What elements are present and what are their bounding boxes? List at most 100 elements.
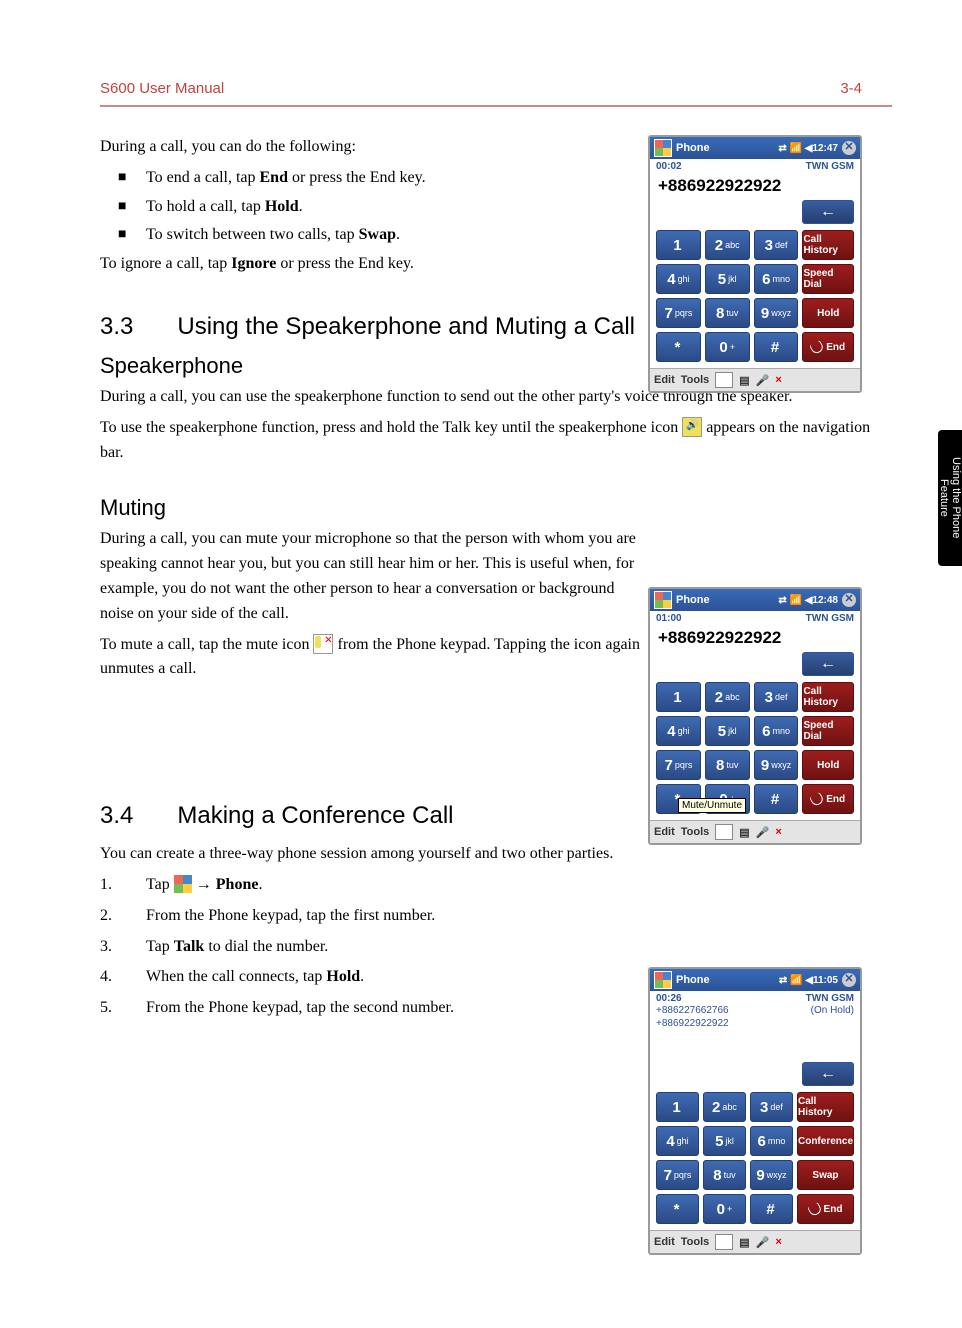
step-number: 3.: [100, 935, 126, 960]
speakerphone-icon: 🔊: [682, 417, 702, 437]
keypad-key-0[interactable]: 0+: [703, 1194, 746, 1224]
step-item: 4.When the call connects, tap Hold.: [100, 965, 642, 990]
keypad-key-#[interactable]: #: [750, 1194, 793, 1224]
held-call-row: +886227662766 (On Hold): [650, 1004, 860, 1017]
backspace-button[interactable]: ←: [802, 200, 854, 224]
notes-icon[interactable]: ▤: [739, 826, 749, 839]
held-number: +886227662766: [656, 1004, 729, 1017]
notes-icon[interactable]: ▤: [739, 1236, 749, 1249]
keypad-key-9[interactable]: 9wxyz: [754, 750, 799, 780]
keypad-key-2[interactable]: 2abc: [705, 230, 750, 260]
phone-screenshot-during-call: Phone ⇄ 📶 ◀12:47 ✕00:02 TWN GSM+88692292…: [648, 135, 862, 393]
keypad-key-1[interactable]: 1: [656, 230, 701, 260]
phone-titlebar: Phone ⇄ 📶 ◀12:47 ✕: [650, 137, 860, 159]
menu-edit[interactable]: Edit: [654, 374, 675, 386]
dialed-number: +886922922922: [650, 624, 860, 650]
action-button-end[interactable]: End: [802, 784, 854, 814]
keypad-key-6[interactable]: 6mno: [754, 716, 799, 746]
start-icon[interactable]: [654, 139, 672, 157]
mute-status-icon[interactable]: 🎤: [756, 1236, 770, 1249]
mute-x-icon: ×: [775, 826, 781, 838]
keypad-key-1[interactable]: 1: [656, 682, 701, 712]
notes-icon[interactable]: ▤: [739, 374, 749, 387]
app-title: Phone: [676, 142, 710, 154]
close-icon[interactable]: ✕: [842, 593, 856, 607]
close-icon[interactable]: ✕: [842, 973, 856, 987]
menu-edit[interactable]: Edit: [654, 826, 675, 838]
keypad-key-7[interactable]: 7pqrs: [656, 298, 701, 328]
text: Tap: [146, 938, 174, 955]
menu-edit[interactable]: Edit: [654, 1236, 675, 1248]
keypad-key-*[interactable]: *: [656, 1194, 699, 1224]
call-status-row: 00:02 TWN GSM: [650, 159, 860, 172]
backspace-row: ←: [650, 198, 860, 230]
keypad-key-1[interactable]: 1: [656, 1092, 699, 1122]
sip-icon[interactable]: [715, 824, 733, 840]
keypad-key-8[interactable]: 8tuv: [705, 298, 750, 328]
keypad-key-6[interactable]: 6mno: [754, 264, 799, 294]
action-button-hold[interactable]: Hold: [802, 750, 854, 780]
keypad-key-6[interactable]: 6mno: [750, 1126, 793, 1156]
start-icon[interactable]: [654, 591, 672, 609]
mute-status-icon[interactable]: 🎤: [756, 374, 770, 387]
keypad-key-0[interactable]: 0+: [705, 332, 750, 362]
keypad-key-2[interactable]: 2abc: [703, 1092, 746, 1122]
step-item: 3.Tap Talk to dial the number.: [100, 935, 642, 960]
menu-tools[interactable]: Tools: [681, 374, 710, 386]
active-number: +886922922922: [650, 1017, 860, 1030]
keypad-key-#[interactable]: #: [754, 332, 799, 362]
keypad-key-3[interactable]: 3def: [754, 230, 799, 260]
keypad-key-4[interactable]: 4ghi: [656, 1126, 699, 1156]
keypad-key-5[interactable]: 5jkl: [703, 1126, 746, 1156]
menu-tools[interactable]: Tools: [681, 826, 710, 838]
keypad-key-8[interactable]: 8tuv: [703, 1160, 746, 1190]
keypad-key-8[interactable]: 8tuv: [705, 750, 750, 780]
menu-tools[interactable]: Tools: [681, 1236, 710, 1248]
keypad-key-*[interactable]: *: [656, 332, 701, 362]
handset-icon: [809, 339, 825, 355]
keypad-key-9[interactable]: 9wxyz: [754, 298, 799, 328]
keypad-key-7[interactable]: 7pqrs: [656, 750, 701, 780]
keypad-key-9[interactable]: 9wxyz: [750, 1160, 793, 1190]
during-call-intro: During a call, you can do the following:: [100, 135, 642, 160]
action-button-end[interactable]: End: [802, 332, 854, 362]
status-icons: ⇄ 📶 ◀11:05: [779, 975, 838, 986]
mute-icon: [313, 634, 333, 654]
action-button-speed-dial[interactable]: Speed Dial: [802, 264, 854, 294]
phone-keypad: 12abc3defCall History 4ghi5jkl6mnoConfere…: [650, 1092, 860, 1230]
action-button-end[interactable]: End: [797, 1194, 854, 1224]
action-button-conference[interactable]: Conference: [797, 1126, 854, 1156]
keypad-key-5[interactable]: 5jkl: [705, 716, 750, 746]
sip-icon[interactable]: [715, 1234, 733, 1250]
action-button-call-history[interactable]: Call History: [802, 230, 854, 260]
text: To mute a call, tap the mute icon: [100, 636, 313, 653]
start-icon[interactable]: [654, 971, 672, 989]
section-number: 3.3: [100, 313, 133, 341]
keypad-key-2[interactable]: 2abc: [705, 682, 750, 712]
action-button-speed-dial[interactable]: Speed Dial: [802, 716, 854, 746]
muting-p2: To mute a call, tap the mute icon from t…: [100, 633, 642, 683]
action-button-swap[interactable]: Swap: [797, 1160, 854, 1190]
status-icons: ⇄ 📶 ◀12:47: [778, 143, 838, 154]
text: .: [360, 968, 364, 985]
mute-x-icon: ×: [775, 374, 781, 386]
keypad-key-4[interactable]: 4ghi: [656, 264, 701, 294]
action-button-hold[interactable]: Hold: [802, 298, 854, 328]
sip-icon[interactable]: [715, 372, 733, 388]
keypad-key-3[interactable]: 3def: [754, 682, 799, 712]
keypad-key-4[interactable]: 4ghi: [656, 716, 701, 746]
text: From the Phone keypad, tap the first num…: [146, 907, 435, 924]
keypad-key-7[interactable]: 7pqrs: [656, 1160, 699, 1190]
action-button-call-history[interactable]: Call History: [802, 682, 854, 712]
phone-bottom-bar: Edit Tools ▤ 🎤×: [650, 1230, 860, 1253]
keypad-key-#[interactable]: #: [754, 784, 799, 814]
keypad-key-3[interactable]: 3def: [750, 1092, 793, 1122]
action-button-call-history[interactable]: Call History: [797, 1092, 854, 1122]
close-icon[interactable]: ✕: [842, 141, 856, 155]
backspace-button[interactable]: ←: [802, 1062, 854, 1086]
section-number: 3.4: [100, 802, 133, 830]
backspace-button[interactable]: ←: [802, 652, 854, 676]
keypad-key-5[interactable]: 5jkl: [705, 264, 750, 294]
mute-status-icon[interactable]: 🎤: [756, 826, 770, 839]
phone-screenshot-mute: Phone ⇄ 📶 ◀12:48 ✕01:00 TWN GSM+88692292…: [648, 587, 862, 845]
